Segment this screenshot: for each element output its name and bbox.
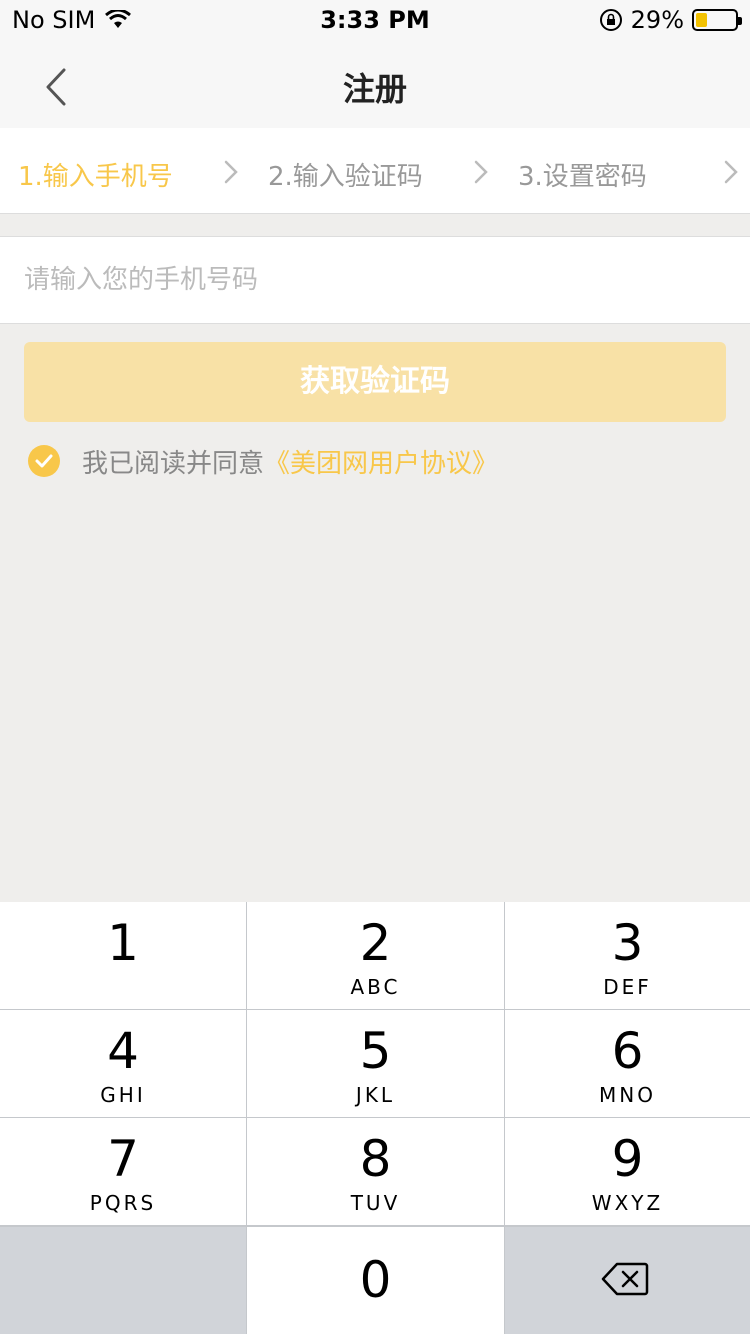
key-4[interactable]: 4 GHI [0,1010,246,1117]
key-letters: PQRS [89,1191,157,1215]
step-set-password: 3.设置密码 [518,162,647,192]
page-title: 注册 [342,70,407,108]
step-indicator: 1.输入手机号 2.输入验证码 3.设置密码 [0,128,750,214]
key-0[interactable]: 0 [247,1227,504,1334]
step-enter-phone: 1.输入手机号 [18,162,173,192]
chevron-right-icon [474,160,488,184]
key-letters: ABC [350,975,401,999]
key-letters: TUV [350,1191,401,1215]
key-2[interactable]: 2 ABC [247,902,504,1009]
key-letters: GHI [100,1083,146,1107]
status-bar: No SIM 3:33 PM 29% [0,0,750,40]
user-agreement-link[interactable]: 《美团网用户协议》 [264,443,498,480]
delete-key[interactable] [505,1227,750,1334]
numeric-keypad: 1 2 ABC 3 DEF 4 GHI 5 JKL 6 MNO 7 PQRS 8… [0,902,750,1334]
agreement-text: 我已阅读并同意 [82,448,265,479]
orientation-lock-icon [599,9,622,31]
key-6[interactable]: 6 MNO [505,1010,750,1117]
key-8[interactable]: 8 TUV [247,1118,504,1225]
key-digit: 3 [611,914,644,972]
agreement-row: 我已阅读并同意 《美团网用户协议》 [28,443,498,480]
key-digit: 7 [107,1130,139,1188]
key-letters: DEF [603,975,652,999]
phone-input-row [0,236,750,324]
key-digit: 4 [107,1022,139,1080]
battery-tip [738,17,742,25]
key-letters: JKL [355,1083,396,1107]
phone-number-input[interactable] [24,237,724,323]
chevron-right-icon [224,160,238,184]
battery-level [696,13,707,27]
key-digit: 5 [359,1022,392,1080]
key-digit: 6 [611,1022,644,1080]
key-1[interactable]: 1 [0,902,246,1009]
checkmark-icon [35,454,53,468]
backspace-icon [601,1262,649,1296]
key-digit: 2 [359,914,392,972]
key-digit: 0 [359,1251,392,1309]
status-right: 29% [599,6,742,34]
key-letters: WXYZ [591,1191,664,1215]
key-digit: 1 [107,914,139,972]
key-digit: 9 [611,1130,644,1188]
key-blank [0,1227,246,1334]
key-3[interactable]: 3 DEF [505,902,750,1009]
key-5[interactable]: 5 JKL [247,1010,504,1117]
nav-bar: 注册 [0,40,750,128]
key-7[interactable]: 7 PQRS [0,1118,246,1225]
agreement-checkbox[interactable] [28,445,60,477]
get-code-button[interactable]: 获取验证码 [24,342,726,422]
key-9[interactable]: 9 WXYZ [505,1118,750,1225]
battery-percent: 29% [630,6,684,34]
chevron-right-icon [724,160,738,184]
key-digit: 8 [359,1130,392,1188]
key-letters: MNO [599,1083,656,1107]
step-enter-code: 2.输入验证码 [268,162,423,192]
battery-icon [692,9,742,31]
